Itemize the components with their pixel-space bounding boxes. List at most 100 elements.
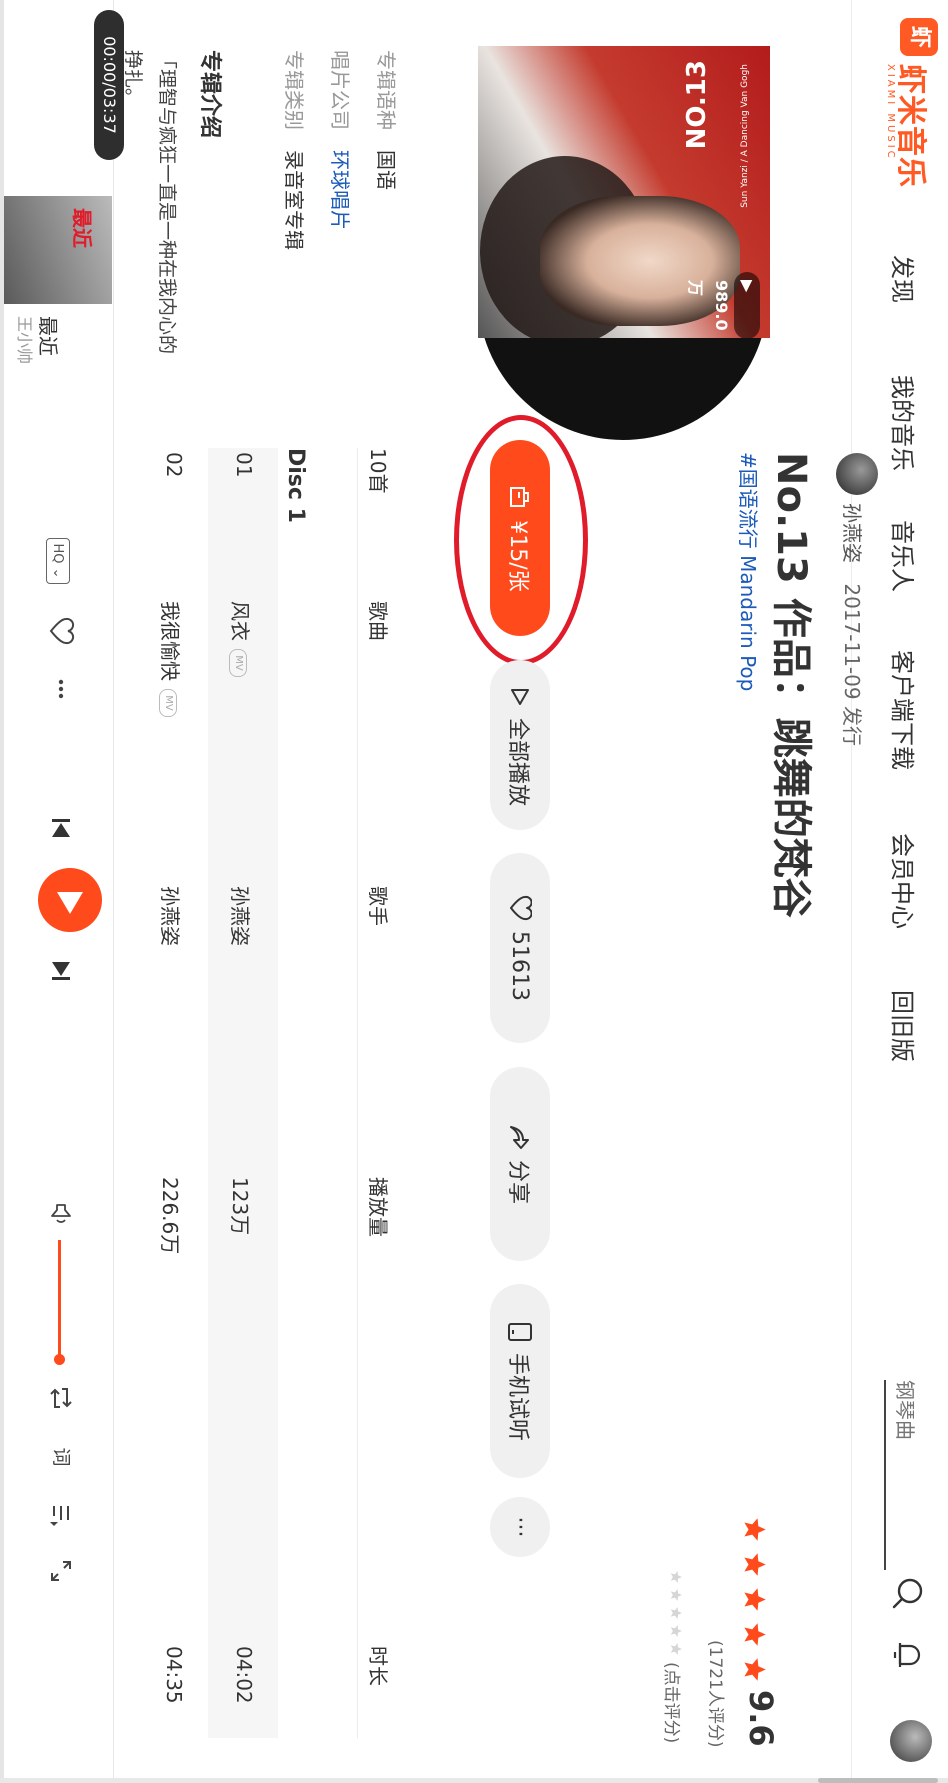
favorite-count: 51613 xyxy=(507,931,533,1001)
intro-title: 专辑介绍 xyxy=(197,50,222,139)
now-cover-word: 最近 xyxy=(70,208,94,248)
brand-name[interactable]: 虾米音乐 xyxy=(892,64,936,188)
header-song: 歌曲 xyxy=(366,601,390,641)
header-singer: 歌手 xyxy=(366,886,390,926)
share-icon xyxy=(510,1125,529,1149)
now-playing-artist[interactable]: 王小帅 xyxy=(14,316,38,364)
mv-badge[interactable]: MV xyxy=(159,689,178,717)
genre-tag[interactable]: #国语流行 Mandarin Pop xyxy=(735,452,764,691)
nav-vip-center[interactable]: 会员中心 xyxy=(887,833,922,929)
intro-text: 「理智与疯狂一直是一种在我内心的挣扎。 xyxy=(122,50,178,355)
more-vertical-icon[interactable] xyxy=(46,674,76,704)
volume-knob[interactable] xyxy=(54,1354,65,1365)
nav-client-download[interactable]: 客户端下载 xyxy=(887,650,922,770)
meta-category-label: 专辑类别 xyxy=(282,50,306,130)
meta-company-link[interactable]: 环球唱片 xyxy=(327,150,356,230)
rate-star-icon[interactable] xyxy=(669,1624,683,1638)
table-row[interactable]: 02 我很愉快 MV 孙燕姿 226.6万 04:35 xyxy=(138,448,208,1738)
nav-my-music[interactable]: 我的音乐 xyxy=(887,375,922,471)
scrollbar-track[interactable] xyxy=(0,1778,948,1783)
phone-icon xyxy=(508,1322,532,1341)
star-icon xyxy=(744,1658,766,1681)
xiami-logo-icon[interactable]: 虾 xyxy=(900,18,938,56)
album-cover[interactable]: NO.13 Sun Yanzi / A Dancing Van Gogh ▶ 9… xyxy=(478,46,770,338)
meta-category-value: 录音室专辑 xyxy=(282,150,306,250)
volume-slider[interactable] xyxy=(58,1240,61,1358)
release-date: 2017-11-09 发行 xyxy=(840,583,864,746)
meta-language-value: 国语 xyxy=(374,150,398,190)
star-icon xyxy=(744,1518,766,1541)
search-icon[interactable] xyxy=(890,1575,926,1611)
star-icon xyxy=(744,1588,766,1611)
rate-stars-input[interactable] xyxy=(665,1570,684,1660)
table-row[interactable]: 01 风衣 MV 孙燕姿 123万 04:02 xyxy=(208,448,278,1738)
track-plays: 123万 xyxy=(228,1177,252,1236)
track-title-text: 我很愉快 xyxy=(158,601,182,681)
track-duration: 04:35 xyxy=(162,1646,186,1704)
track-singer[interactable]: 孙燕姿 xyxy=(157,886,186,946)
artist-avatar[interactable] xyxy=(836,453,878,495)
heart-icon xyxy=(510,895,532,921)
playlist-icon[interactable] xyxy=(46,1500,76,1530)
track-count: 10首 xyxy=(366,448,390,494)
play-button[interactable] xyxy=(38,868,102,932)
previous-icon[interactable] xyxy=(46,813,76,843)
meta-company-label: 唱片公司 xyxy=(328,50,352,130)
brand-subtitle: XIAMI MUSIC xyxy=(885,64,896,161)
header-plays: 播放量 xyxy=(366,1177,390,1237)
lyrics-button[interactable]: 词 xyxy=(46,1442,76,1472)
album-title: No.13 作品：跳舞的梵谷 xyxy=(768,452,814,918)
disc-label: Disc 1 xyxy=(283,448,308,523)
play-all-button[interactable]: 全部播放 xyxy=(490,660,550,830)
track-singer[interactable]: 孙燕姿 xyxy=(227,886,256,946)
nav-discover[interactable]: 发现 xyxy=(887,255,922,303)
header-duration: 时长 xyxy=(366,1646,390,1686)
rate-hint: (点击评分) xyxy=(661,1662,681,1744)
track-title[interactable]: 我很愉快 MV xyxy=(157,601,186,717)
more-button[interactable]: ··· xyxy=(490,1497,550,1557)
track-title[interactable]: 风衣 MV xyxy=(227,601,256,677)
mv-badge[interactable]: MV xyxy=(229,649,248,677)
nav-musicians[interactable]: 音乐人 xyxy=(887,520,922,592)
track-duration: 04:02 xyxy=(232,1646,256,1704)
track-plays: 226.6万 xyxy=(158,1177,182,1255)
mobile-listen-button[interactable]: 手机试听 xyxy=(490,1284,550,1478)
search-input[interactable] xyxy=(884,1380,924,1570)
star-icon xyxy=(744,1553,766,1576)
progress-track[interactable] xyxy=(0,0,4,1783)
play-all-label: 全部播放 xyxy=(505,717,530,806)
time-display: 00:00/03:37 xyxy=(94,10,124,160)
rating-count: (1721人评分) xyxy=(705,1640,725,1748)
favorite-button[interactable]: 51613 xyxy=(490,853,550,1043)
expand-icon[interactable] xyxy=(46,1556,76,1586)
bell-icon[interactable] xyxy=(890,1637,926,1673)
nav-old-version[interactable]: 回旧版 xyxy=(887,990,922,1062)
heart-outline-icon[interactable] xyxy=(46,616,76,646)
rating-score: 9.6 xyxy=(742,1690,780,1747)
highlight-circle xyxy=(454,415,588,665)
rate-star-icon[interactable] xyxy=(669,1606,683,1620)
cover-small-text: Sun Yanzi / A Dancing Van Gogh xyxy=(740,64,750,208)
now-playing-title[interactable]: 最近 xyxy=(35,316,64,356)
mobile-listen-label: 手机试听 xyxy=(505,1352,530,1441)
scrollbar-thumb[interactable] xyxy=(818,1778,938,1783)
volume-icon[interactable] xyxy=(46,1200,76,1230)
rate-star-icon[interactable] xyxy=(669,1642,683,1656)
artist-line: 孙燕姿 2017-11-09 发行 xyxy=(839,503,868,746)
play-outline-icon xyxy=(511,688,529,705)
rate-star-icon[interactable] xyxy=(669,1570,683,1584)
quality-selector[interactable]: HQ ⌄ xyxy=(46,538,70,584)
next-icon[interactable] xyxy=(46,956,76,986)
track-number: 02 xyxy=(162,452,186,478)
now-playing-cover[interactable]: 最近 xyxy=(4,196,112,304)
rate-star-icon[interactable] xyxy=(669,1588,683,1602)
table-divider xyxy=(357,448,358,1738)
track-title-text: 风衣 xyxy=(228,601,252,641)
repeat-icon[interactable] xyxy=(46,1383,76,1413)
artist-link[interactable]: 孙燕姿 xyxy=(840,503,864,563)
track-number: 01 xyxy=(232,452,256,478)
user-avatar[interactable] xyxy=(890,1720,932,1762)
share-button[interactable]: 分享 xyxy=(490,1067,550,1261)
star-icon xyxy=(744,1623,766,1646)
play-icon xyxy=(57,892,83,914)
